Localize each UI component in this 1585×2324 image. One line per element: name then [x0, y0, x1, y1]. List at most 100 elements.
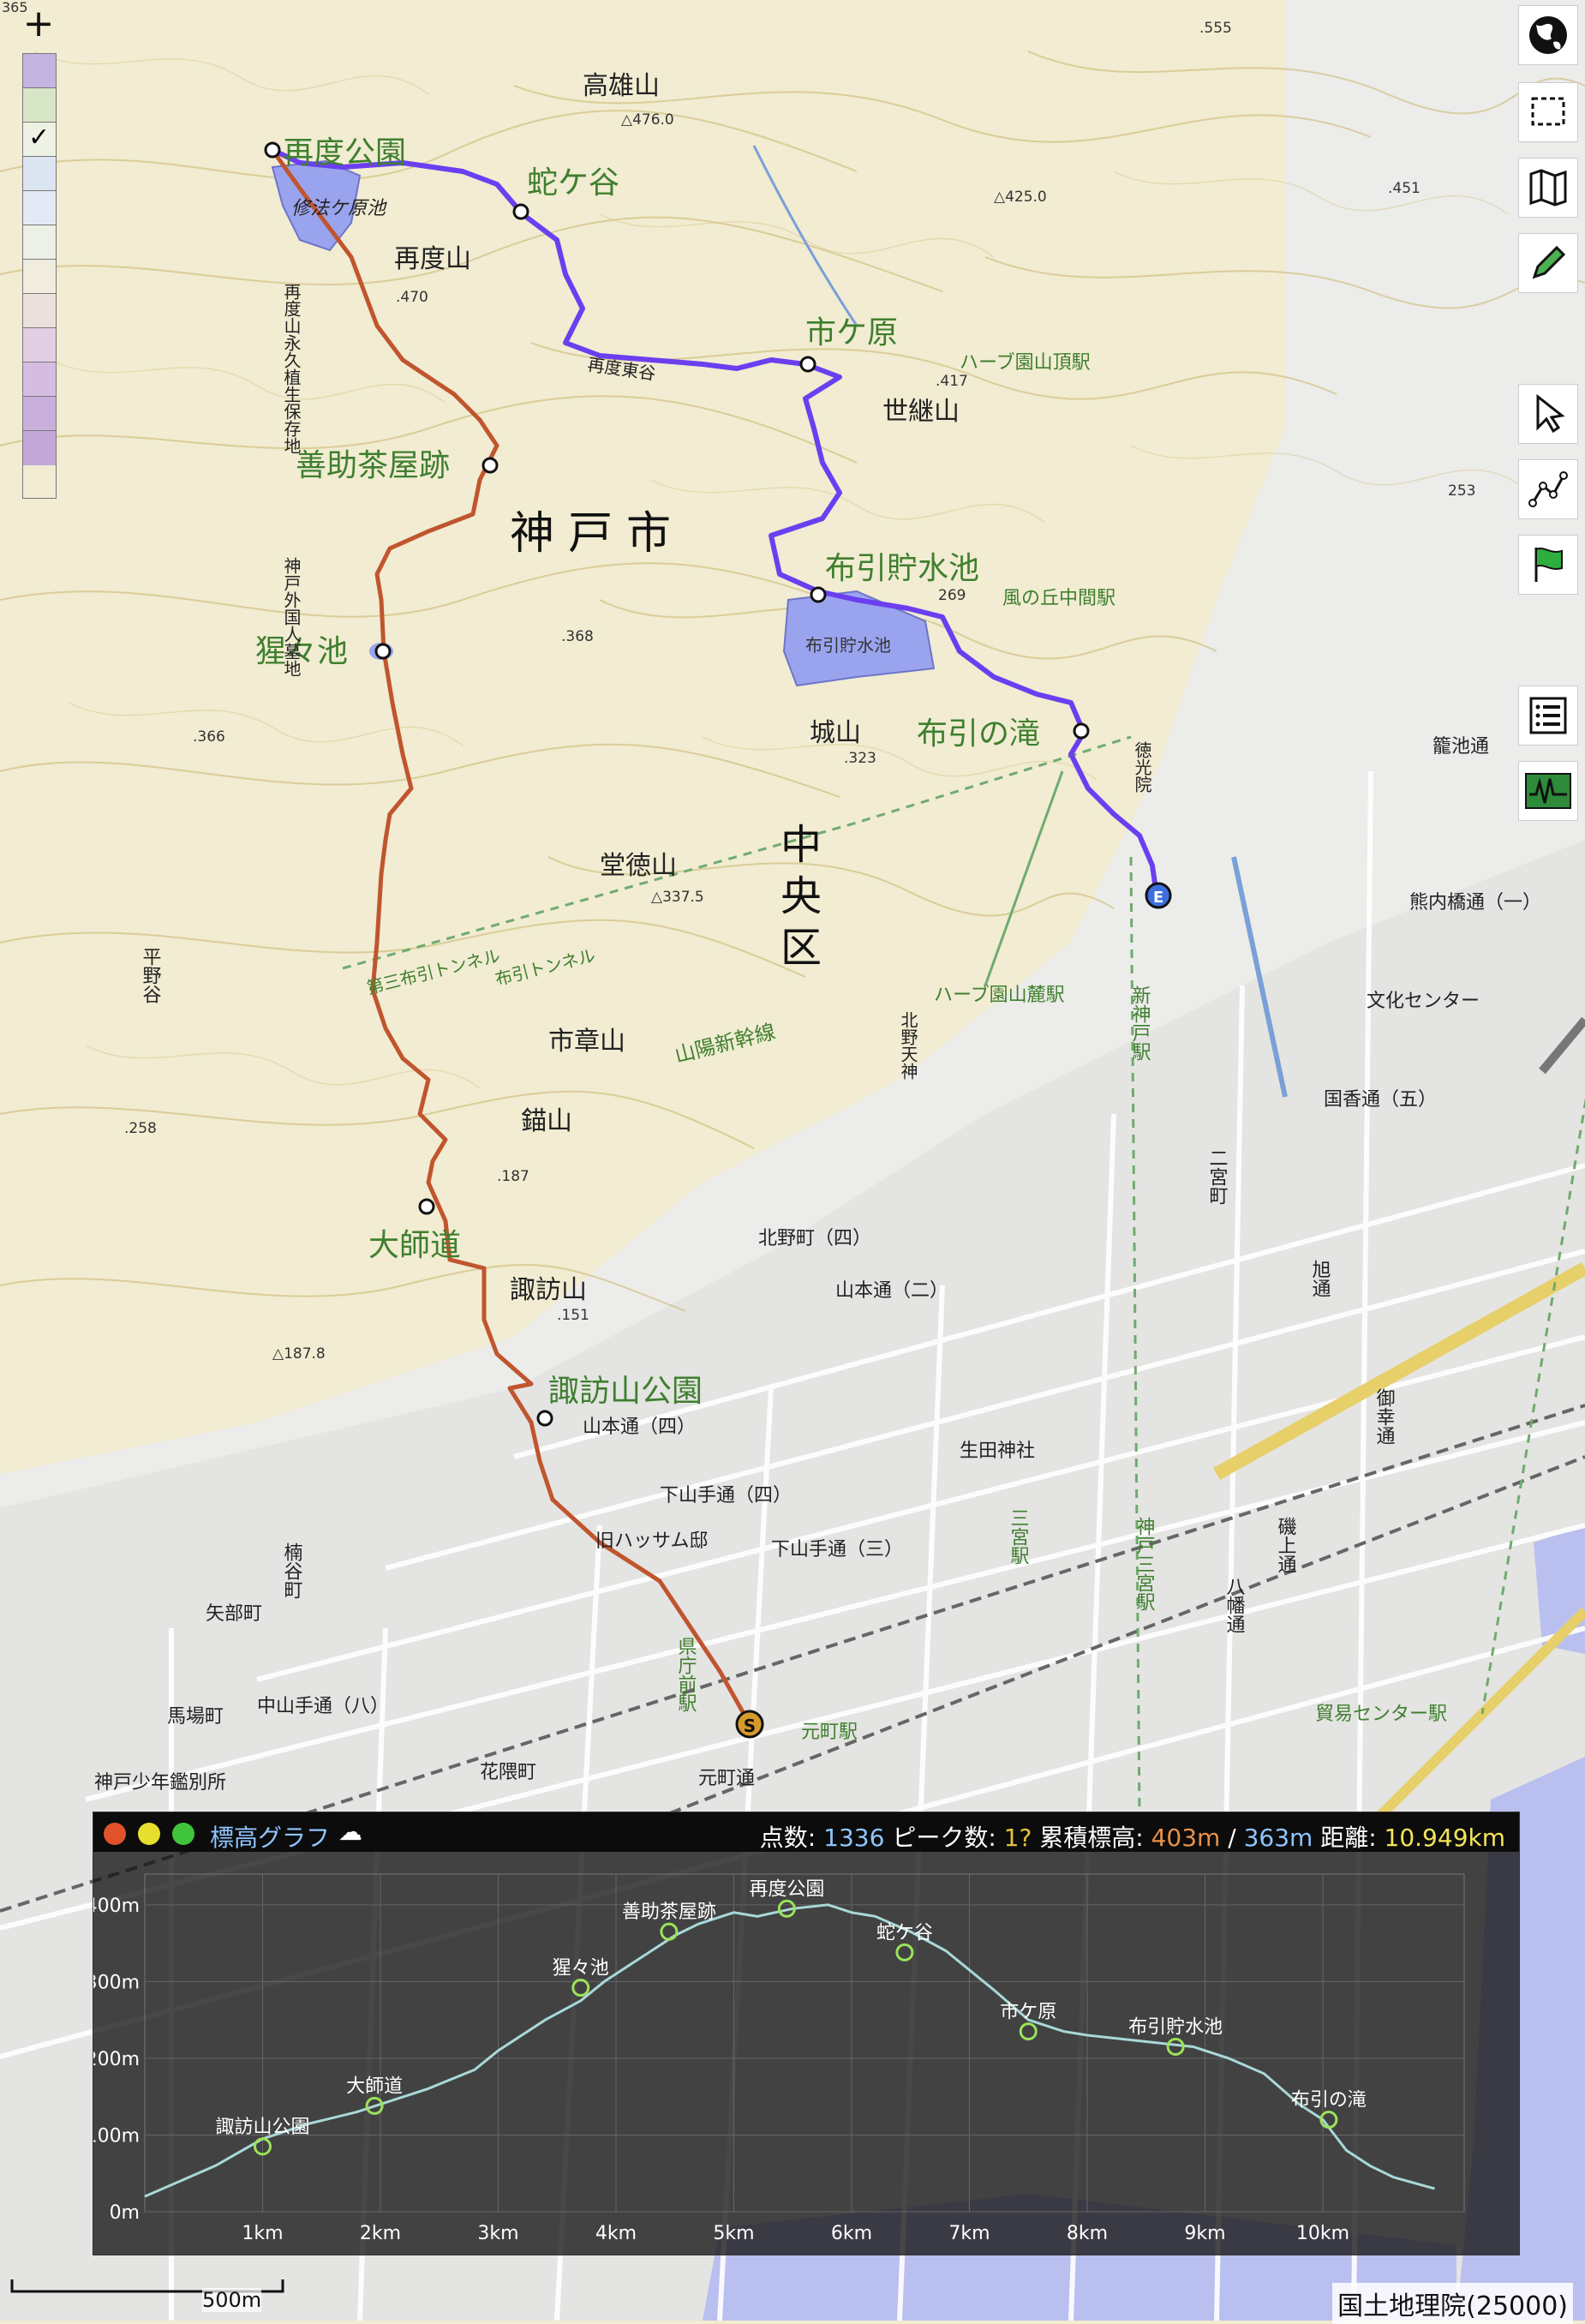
label-hirano: 平野谷 [140, 947, 162, 1003]
list-icon[interactable] [1518, 686, 1578, 746]
y-tick-label: 100m [93, 2125, 140, 2147]
label-yamamoto4: 山本通（四） [583, 1417, 696, 1438]
elevation-chart[interactable]: 0m 100m 200m 300m 400m 1km 2km 3km 4km 5km 6km 7km… [93, 1852, 1521, 2256]
x-tick-label: 5km [713, 2223, 754, 2244]
label-suwa-elev: .151 [557, 1307, 589, 1324]
label-sannomiya-station: 三宮駅 [1008, 1508, 1030, 1565]
waypoint-marker[interactable] [1166, 2037, 1185, 2056]
label-suwa-yama: 諏訪山 [510, 1275, 587, 1305]
x-tick-label: 7km [948, 2223, 990, 2244]
label-elev-368: .368 [561, 628, 594, 645]
label-elev-187: .187 [497, 1168, 529, 1185]
label-yabecho: 矢部町 [206, 1603, 262, 1625]
minimize-dot-icon[interactable] [138, 1823, 160, 1845]
label-saidosan-eikyu: 再度山永久植生保存地 [281, 283, 302, 454]
elevation-panel-header: 標高グラフ ☁ 点数: 1336 ピーク数: 1? 累積標高: 403m / 3… [93, 1812, 1519, 1852]
label-nunobiki-reservoir-small: 布引貯水池 [805, 635, 891, 656]
label-herb-base-station: ハーブ園山麓駅 [934, 985, 1065, 1006]
label-elev-555: .555 [1199, 20, 1232, 37]
waypoint-marker[interactable] [895, 1943, 914, 1962]
label-motomachi-dori: 元町通 [698, 1768, 755, 1789]
label-saido-park: 再度公園 [283, 135, 406, 171]
label-dotoku-yama: 堂徳山 [600, 851, 677, 881]
y-tick-label: 200m [93, 2049, 140, 2070]
waypoint-label: 大師道 [346, 2075, 403, 2097]
waypoint-marker[interactable] [660, 1922, 679, 1941]
waypoint-label: 諏訪山公園 [215, 2117, 309, 2138]
label-shojo-ike: 猩々池 [255, 634, 348, 669]
waypoint-label: 再度公園 [749, 1878, 824, 1900]
label-tokoin: 徳光院 [1132, 741, 1152, 793]
end-marker-label: E [1153, 889, 1163, 907]
x-tick-label: 2km [360, 2223, 401, 2244]
elevation-graph-panel[interactable]: 標高グラフ ☁ 点数: 1336 ピーク数: 1? 累積標高: 403m / 3… [93, 1812, 1520, 2255]
label-elev-417: .417 [936, 373, 968, 390]
label-kagoike: 籠池通 [1432, 736, 1489, 758]
cloud-download-icon[interactable]: ☁ [338, 1818, 362, 1846]
gain-slash: / [1228, 1824, 1236, 1852]
scale-bar-label: 500m [202, 2288, 262, 2312]
flag-icon[interactable] [1518, 535, 1578, 595]
scale-bar: 500m [7, 2262, 290, 2312]
label-goko: 御幸通 [1373, 1388, 1396, 1445]
label-kobe-shonen: 神戸少年鑑別所 [94, 1772, 226, 1794]
waypoint-label: 猩々池 [553, 1958, 609, 1980]
label-isogami: 磯上通 [1275, 1517, 1297, 1573]
label-bunka-center: 文化センター [1367, 991, 1480, 1012]
label-daishi-michi: 大師道 [368, 1228, 461, 1263]
peak-label: ピーク数: [892, 1824, 996, 1852]
x-tick-label: 8km [1067, 2223, 1108, 2244]
label-kobe-city: 神戸市 [510, 508, 685, 560]
globe-icon[interactable] [1518, 5, 1578, 65]
select-rect-icon[interactable] [1518, 82, 1578, 142]
label-kusunoki: 楠谷町 [281, 1542, 303, 1599]
route-icon[interactable] [1518, 459, 1578, 519]
label-elev-1878: △187.8 [272, 1345, 326, 1363]
label-kitanotenjin: 北野天神 [898, 1011, 918, 1080]
label-ikuta-shrine: 生田神社 [960, 1441, 1035, 1462]
label-saido-elev: .470 [396, 289, 428, 306]
label-babacho: 馬場町 [167, 1706, 224, 1728]
waypoint-label: 蛇ケ谷 [876, 1922, 933, 1944]
waypoint-marker[interactable] [571, 1979, 590, 1998]
label-elev-366: .366 [193, 728, 225, 746]
close-dot-icon[interactable] [104, 1823, 126, 1845]
label-shimoyamate3: 下山手通（三） [771, 1539, 903, 1560]
label-elev-258: .258 [124, 1120, 157, 1137]
points-label: 点数: [759, 1824, 816, 1852]
label-suwa-park: 諏訪山公園 [548, 1374, 703, 1409]
waypoint-marker[interactable] [1019, 2022, 1038, 2041]
elevation-icon[interactable] [1518, 761, 1578, 821]
label-nakayamate8: 中山手通（八） [257, 1696, 389, 1717]
label-dotoku-elev: △337.5 [651, 889, 704, 906]
label-elev-269: 269 [938, 587, 966, 604]
elevation-profile-line [144, 1903, 1435, 2198]
x-tick-label: 6km [831, 2223, 872, 2244]
x-tick-label: 10km [1296, 2223, 1349, 2244]
maximize-dot-icon[interactable] [172, 1823, 194, 1845]
points-value: 1336 [823, 1824, 885, 1852]
label-takao-yama: 高雄山 [583, 71, 660, 101]
label-shinkobe-station: 新神戸駅 [1129, 985, 1151, 1061]
pointer-icon[interactable] [1518, 384, 1578, 444]
label-elev-451: .451 [1388, 180, 1421, 197]
label-ninomiya: 二宮町 [1206, 1148, 1228, 1205]
label-kenchomae-station: 県庁前駅 [675, 1637, 697, 1712]
label-shimoyamate4: 下山手通（四） [660, 1485, 792, 1506]
label-saido-yama: 再度山 [394, 244, 471, 274]
elevation-color-legend[interactable]: ✓ [22, 53, 57, 499]
zoom-in-button[interactable]: + [17, 5, 60, 43]
y-tick-label: 400m [93, 1896, 140, 1917]
label-boeki-station: 貿易センター駅 [1315, 1704, 1447, 1725]
pencil-icon[interactable] [1518, 233, 1578, 293]
label-kitano: 北野町（四） [758, 1228, 871, 1249]
label-ichigahara: 市ケ原 [805, 315, 898, 350]
peak-value: 1? [1003, 1824, 1032, 1852]
label-kaze-no-oka: 風の丘中間駅 [1002, 588, 1115, 609]
label-seki-yama: 世継山 [882, 397, 960, 427]
label-zensuke: 善助茶屋跡 [296, 448, 450, 483]
label-kobe-sannomiya-station: 神戸三宮駅 [1133, 1517, 1156, 1611]
map-icon[interactable] [1518, 158, 1578, 218]
label-elev-425: △425.0 [994, 189, 1047, 206]
label-elev-253: 253 [1448, 482, 1475, 500]
